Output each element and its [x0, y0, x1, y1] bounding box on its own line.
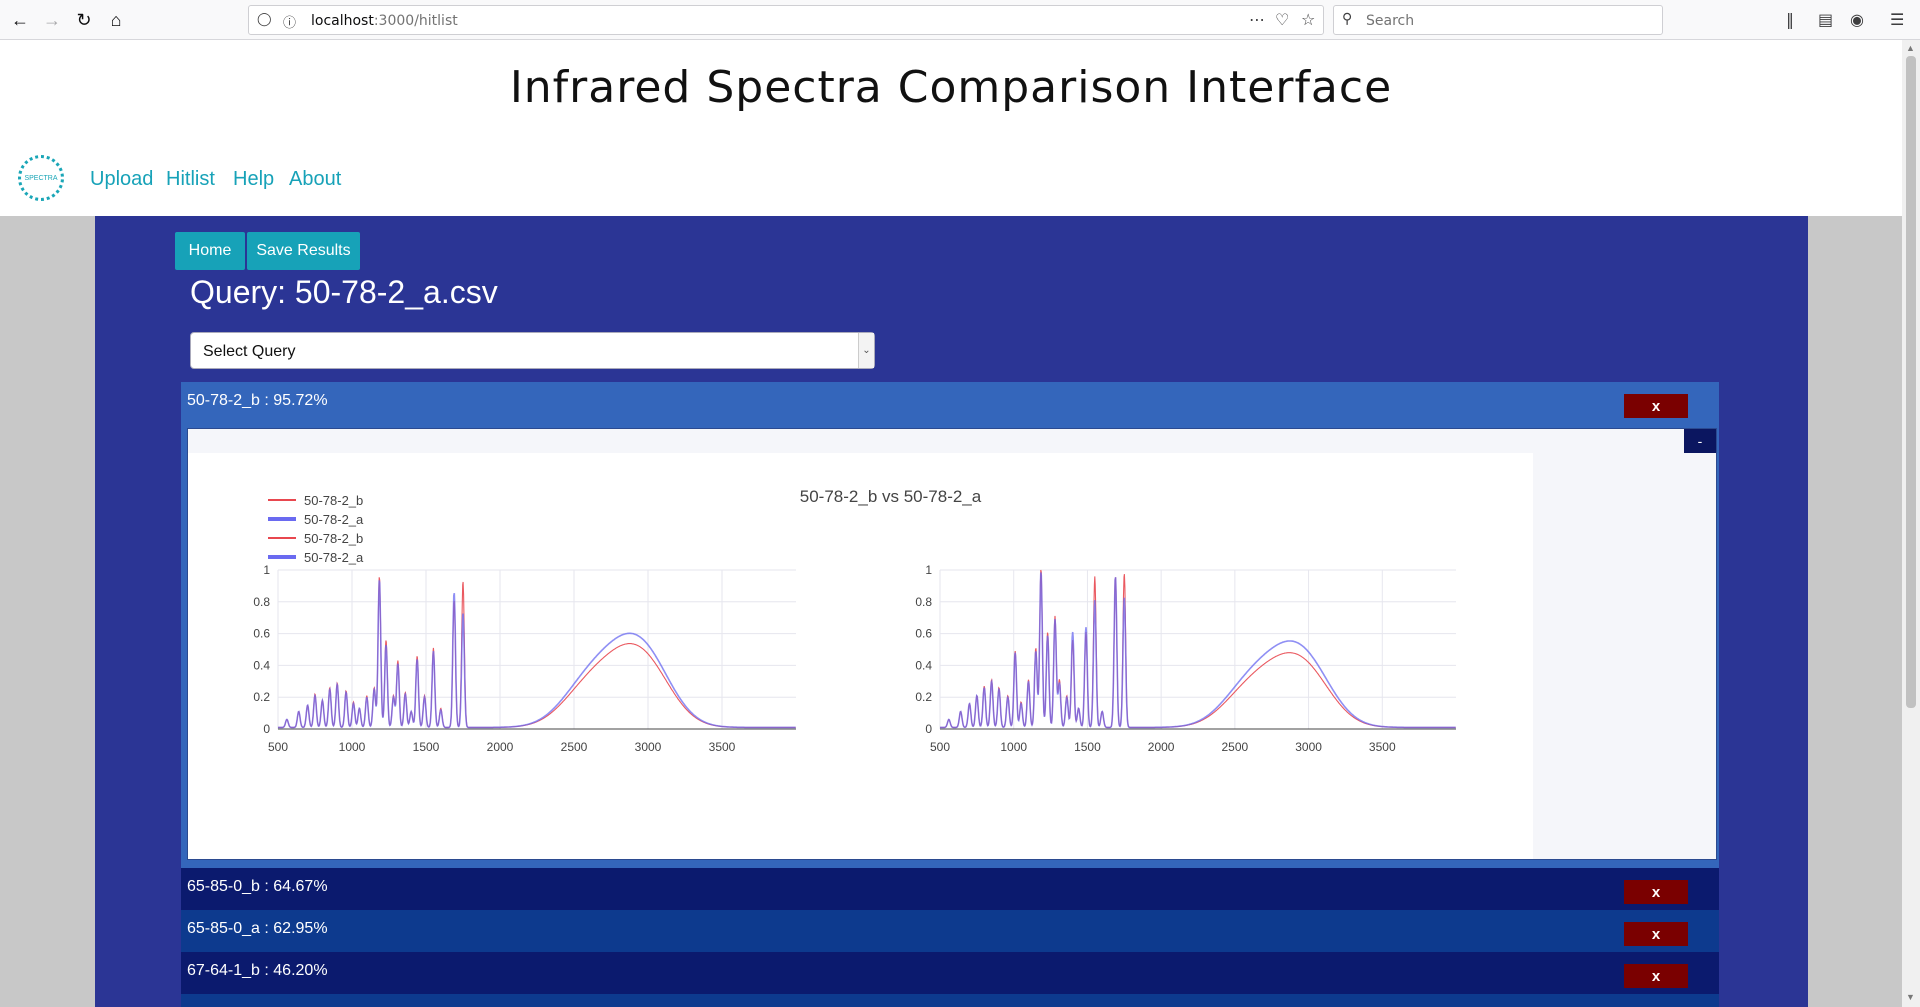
y-tick-label: 0.2	[253, 690, 270, 704]
x-tick-label: 1000	[339, 740, 366, 754]
page-title: Infrared Spectra Comparison Interface	[509, 62, 1393, 113]
x-tick-label: 3500	[1369, 740, 1396, 754]
y-tick-label: 1	[263, 563, 270, 577]
scroll-up-icon[interactable]: ▲	[1906, 43, 1915, 53]
search-icon: ⚲	[1342, 11, 1353, 27]
sidebar-icon[interactable]: ▤	[1818, 10, 1833, 29]
reload-icon[interactable]: ↻	[70, 6, 98, 34]
scroll-down-icon[interactable]: ▼	[1906, 992, 1915, 1002]
hit-row[interactable]: 67-64-1_b : 46.20% x	[181, 952, 1719, 994]
x-tick-label: 3000	[635, 740, 662, 754]
x-tick-label: 2000	[487, 740, 514, 754]
browser-search[interactable]: ⚲ Search	[1333, 5, 1663, 35]
bookmark-star-icon[interactable]: ☆	[1301, 10, 1315, 29]
y-tick-label: 0.2	[915, 690, 932, 704]
series-line-50-78-2_b	[278, 577, 796, 728]
x-tick-label: 3500	[709, 740, 736, 754]
y-tick-label: 0.4	[915, 658, 932, 672]
page-margin-left	[0, 216, 95, 1007]
x-tick-label: 500	[268, 740, 288, 754]
hitlist-panel: Home Save Results Query: 50-78-2_a.csv S…	[95, 216, 1808, 1007]
hit-label: 65-85-0_b : 64.67%	[187, 878, 328, 895]
x-tick-label: 1500	[413, 740, 440, 754]
hit-label: 50-78-2_b : 95.72%	[187, 392, 328, 409]
pocket-icon[interactable]: ♡	[1275, 10, 1289, 29]
query-select[interactable]: Select Query ⌄	[190, 332, 875, 369]
y-tick-label: 0.4	[253, 658, 270, 672]
x-tick-label: 3000	[1295, 740, 1322, 754]
nav-help[interactable]: Help	[233, 168, 274, 191]
y-tick-label: 0	[263, 722, 270, 736]
chart-svg[interactable]: 500 1000 1500 2000 2500 3000 350000.20.40.60.8…	[188, 453, 1533, 859]
spectra-plot[interactable]: 50-78-2_b vs 50-78-2_a 50-78-2_b 50-78-2…	[188, 453, 1533, 859]
home-icon[interactable]: ⌂	[102, 6, 130, 34]
nav-hitlist[interactable]: Hitlist	[166, 168, 215, 191]
remove-hit-button[interactable]: x	[1624, 880, 1688, 904]
page-margin-right	[1808, 216, 1902, 1007]
y-tick-label: 1	[925, 563, 932, 577]
x-tick-label: 2000	[1148, 740, 1175, 754]
url-text: localhost:3000/hitlist	[311, 13, 458, 29]
remove-hit-button[interactable]: x	[1624, 394, 1688, 418]
hit-row[interactable]	[181, 994, 1719, 1007]
y-tick-label: 0.8	[915, 595, 932, 609]
shield-icon: ◯	[257, 12, 272, 27]
forward-icon[interactable]: →	[38, 6, 66, 34]
series-line-50-78-2_a	[278, 580, 796, 729]
save-results-button[interactable]: Save Results	[247, 232, 360, 270]
hit-detail: - 50-78-2_b vs 50-78-2_a 50-78-2_b 50-78…	[181, 424, 1719, 868]
x-tick-label: 1500	[1074, 740, 1101, 754]
account-icon[interactable]: ◉	[1850, 10, 1864, 29]
home-button[interactable]: Home	[175, 232, 245, 270]
hit-label: 67-64-1_b : 46.20%	[187, 962, 328, 979]
query-select-value: Select Query	[203, 343, 296, 360]
plot-container: - 50-78-2_b vs 50-78-2_a 50-78-2_b 50-78…	[187, 428, 1717, 860]
info-icon[interactable]: ⓘ	[283, 12, 296, 31]
y-tick-label: 0.6	[915, 627, 932, 641]
library-icon[interactable]: ‖	[1786, 10, 1794, 29]
y-tick-label: 0.8	[253, 595, 270, 609]
hit-row[interactable]: 50-78-2_b : 95.72% x	[181, 382, 1719, 424]
series-line-50-78-2_a	[940, 572, 1456, 729]
y-tick-label: 0	[925, 722, 932, 736]
collapse-button[interactable]: -	[1684, 429, 1716, 453]
hit-row[interactable]: 65-85-0_b : 64.67% x	[181, 868, 1719, 910]
chevron-down-icon[interactable]: ⌄	[858, 333, 874, 368]
scroll-thumb[interactable]	[1906, 56, 1916, 708]
more-icon[interactable]: ⋯	[1249, 10, 1265, 29]
spectra-logo[interactable]: SPECTRA	[18, 155, 64, 201]
x-tick-label: 1000	[1000, 740, 1027, 754]
nav-upload[interactable]: Upload	[90, 168, 153, 191]
page-scrollbar[interactable]: ▲ ▼	[1902, 40, 1920, 1007]
logo-text: SPECTRA	[24, 174, 58, 182]
remove-hit-button[interactable]: x	[1624, 964, 1688, 988]
address-bar[interactable]: ◯ ⓘ localhost:3000/hitlist ⋯ ♡ ☆	[248, 5, 1324, 35]
x-tick-label: 2500	[1222, 740, 1249, 754]
query-title: Query: 50-78-2_a.csv	[190, 274, 498, 310]
browser-toolbar: ← → ↻ ⌂ ◯ ⓘ localhost:3000/hitlist ⋯ ♡ ☆…	[0, 0, 1920, 40]
nav-about[interactable]: About	[289, 168, 341, 191]
hit-row[interactable]: 65-85-0_a : 62.95% x	[181, 910, 1719, 952]
url-host: localhost	[311, 13, 374, 29]
hit-label: 65-85-0_a : 62.95%	[187, 920, 328, 937]
menu-icon[interactable]: ☰	[1890, 10, 1904, 29]
x-tick-label: 500	[930, 740, 950, 754]
back-icon[interactable]: ←	[6, 6, 34, 34]
url-path: :3000/hitlist	[373, 13, 458, 29]
remove-hit-button[interactable]: x	[1624, 922, 1688, 946]
x-tick-label: 2500	[561, 740, 588, 754]
y-tick-label: 0.6	[253, 627, 270, 641]
search-placeholder: Search	[1366, 13, 1415, 29]
